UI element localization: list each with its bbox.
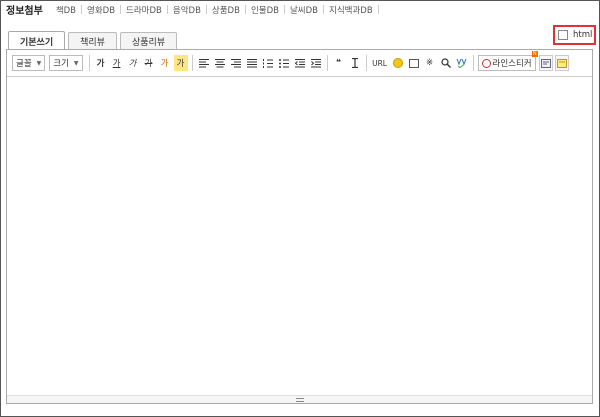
align-center-icon[interactable]	[213, 55, 227, 71]
db-link-movie[interactable]: 영화DB	[82, 4, 120, 16]
indent-icon[interactable]	[309, 55, 323, 71]
db-link-encyclopedia[interactable]: 지식백과DB	[324, 4, 378, 16]
align-justify-icon[interactable]	[245, 55, 259, 71]
text-color-button[interactable]: 가	[158, 55, 172, 71]
font-family-dropdown[interactable]: 글꼴 ▼	[12, 55, 46, 71]
chevron-down-icon: ▼	[36, 59, 42, 67]
italic-button[interactable]: 가	[126, 55, 140, 71]
divider	[326, 55, 328, 71]
divider	[377, 5, 379, 14]
font-size-label: 크기	[53, 59, 69, 69]
editor-resize-handle[interactable]	[7, 395, 592, 403]
numbered-list-icon[interactable]	[261, 55, 275, 71]
db-link-book[interactable]: 책DB	[51, 4, 81, 16]
divider	[191, 55, 193, 71]
spellcheck-icon[interactable]	[455, 55, 469, 71]
line-sticker-label: 라인스티커	[492, 59, 532, 69]
db-link-people[interactable]: 인물DB	[246, 4, 284, 16]
line-sticker-button[interactable]: 라인스티커 N	[477, 51, 538, 71]
link-url-button[interactable]: URL	[371, 55, 389, 71]
html-toggle[interactable]: html	[553, 25, 596, 45]
bold-button[interactable]: 가	[94, 55, 108, 71]
editor-content-area[interactable]	[7, 78, 592, 396]
db-link-product[interactable]: 상품DB	[207, 4, 245, 16]
db-nav-title: 정보첨부	[6, 6, 43, 17]
resize-grip-icon	[295, 397, 304, 402]
divider	[88, 55, 90, 71]
quote-icon[interactable]: ❝	[332, 55, 346, 71]
align-right-icon[interactable]	[229, 55, 243, 71]
db-link-music[interactable]: 음악DB	[168, 4, 206, 16]
bullet-list-icon[interactable]	[277, 55, 291, 71]
background-color-button[interactable]: 가	[173, 55, 188, 71]
underline-button[interactable]: 가	[110, 55, 124, 71]
note-icon[interactable]	[554, 55, 569, 71]
font-family-label: 글꼴	[16, 59, 32, 69]
strikethrough-button[interactable]: 가	[142, 55, 156, 71]
template-icon[interactable]	[538, 55, 553, 71]
align-left-icon[interactable]	[197, 55, 211, 71]
db-link-drama[interactable]: 드라마DB	[121, 4, 167, 16]
tab-product-review[interactable]: 상품리뷰	[119, 32, 178, 50]
font-size-dropdown[interactable]: 크기 ▼	[49, 55, 83, 71]
html-checkbox-label: html	[573, 30, 593, 40]
db-nav: 정보첨부 책DB 영화DB 드라마DB 음악DB 상품DB 인물DB 날씨DB …	[6, 3, 379, 17]
html-checkbox[interactable]	[558, 30, 568, 40]
tab-book-review[interactable]: 책리뷰	[68, 32, 117, 50]
editor-frame: 정보첨부 책DB 영화DB 드라마DB 음악DB 상품DB 인물DB 날씨DB …	[0, 0, 600, 417]
new-badge: N	[531, 51, 538, 57]
sticker-icon	[481, 58, 491, 68]
smiley-icon	[392, 58, 403, 68]
tab-basic-write[interactable]: 기본쓰기	[8, 31, 66, 50]
outdent-icon[interactable]	[293, 55, 307, 71]
editor: 글꼴 ▼ 크기 ▼ 가 가 가 가 가 가 ❝ URL ※ 라인스티커 N	[6, 49, 593, 404]
special-char-icon[interactable]: ※	[423, 55, 437, 71]
chevron-down-icon: ▼	[73, 59, 79, 67]
table-icon[interactable]	[407, 55, 421, 71]
emoticon-icon[interactable]	[391, 55, 405, 71]
divider	[365, 55, 367, 71]
divider	[472, 55, 474, 71]
editor-tabs: 기본쓰기 책리뷰 상품리뷰	[8, 31, 180, 50]
editor-toolbar: 글꼴 ▼ 크기 ▼ 가 가 가 가 가 가 ❝ URL ※ 라인스티커 N	[7, 50, 592, 77]
text-cursor-icon[interactable]	[348, 55, 362, 71]
db-link-weather[interactable]: 날씨DB	[285, 4, 323, 16]
search-icon[interactable]	[439, 55, 453, 71]
